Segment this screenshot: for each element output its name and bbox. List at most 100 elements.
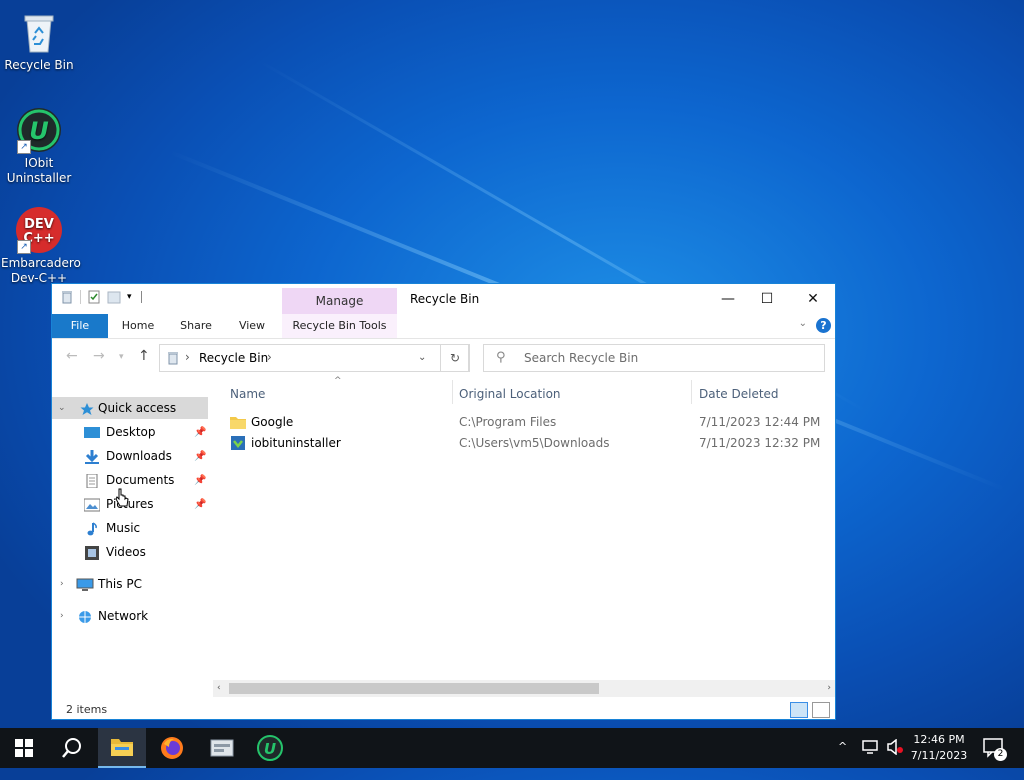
column-header-date-deleted[interactable]: Date Deleted <box>699 384 779 404</box>
desktop-icon-dev-cpp[interactable]: DEV C++ ↗ Embarcadero Dev-C++ <box>1 206 81 286</box>
downloads-icon <box>84 449 100 464</box>
pin-icon[interactable]: 📌 <box>194 499 206 510</box>
refresh-button[interactable]: ↻ <box>440 344 470 372</box>
nav-item-desktop[interactable]: Desktop <box>84 421 208 443</box>
scroll-right-arrow-icon[interactable]: › <box>827 680 831 697</box>
desktop-icon-recycle-bin[interactable]: Recycle Bin <box>1 8 77 73</box>
shortcut-arrow-icon: ↗ <box>17 240 31 254</box>
large-icons-view-button[interactable] <box>812 702 830 718</box>
clock-time: 12:46 PM <box>913 733 965 746</box>
nav-label: Desktop <box>106 425 156 439</box>
nav-label: Documents <box>106 473 175 487</box>
pin-icon[interactable]: 📌 <box>194 451 206 462</box>
tab-view[interactable]: View <box>230 314 274 338</box>
nav-quick-access[interactable]: ⌄ Quick access <box>52 397 208 419</box>
back-arrow-icon[interactable]: ← <box>66 348 78 364</box>
nav-label: Pictures <box>106 497 154 511</box>
address-dropdown-chevron-icon[interactable]: ⌄ <box>418 352 426 363</box>
column-divider[interactable] <box>452 380 453 404</box>
nav-item-documents[interactable]: Documents <box>84 469 208 491</box>
clock-date: 7/11/2023 <box>910 749 968 762</box>
folder-icon <box>230 415 246 435</box>
title-bar[interactable]: ▾ Manage Recycle Bin — ☐ ✕ <box>52 284 835 314</box>
recycle-bin-small-icon <box>60 290 74 304</box>
date-deleted: 7/11/2023 12:32 PM <box>699 436 821 450</box>
notification-badge: 2 <box>994 748 1007 761</box>
taskbar-firefox[interactable] <box>148 728 196 768</box>
column-divider[interactable] <box>691 380 692 404</box>
mouse-cursor-icon <box>115 488 129 508</box>
manage-tab[interactable]: Manage <box>282 288 397 314</box>
expand-ribbon-chevron-icon[interactable]: ⌄ <box>799 318 807 329</box>
file-row[interactable]: Google C:\Program Files 7/11/2023 12:44 … <box>230 412 830 432</box>
collapse-chevron-icon[interactable]: ⌄ <box>58 397 66 419</box>
nav-this-pc[interactable]: › This PC <box>52 573 208 595</box>
nav-network[interactable]: › Network <box>52 605 208 627</box>
desktop-icon-label: IObit Uninstaller <box>6 156 72 185</box>
volume-muted-icon[interactable] <box>886 738 904 779</box>
breadcrumb-recycle-bin[interactable]: Recycle Bin <box>199 351 268 365</box>
network-tray-icon[interactable] <box>862 739 880 779</box>
documents-icon <box>84 473 100 488</box>
details-view-button[interactable] <box>790 702 808 718</box>
desktop-icon-iobit-uninstaller[interactable]: U ↗ IObit Uninstaller <box>1 106 77 186</box>
network-icon <box>76 605 94 627</box>
expand-chevron-icon[interactable]: › <box>60 573 64 595</box>
tab-share[interactable]: Share <box>172 314 220 338</box>
customize-toolbar-chevron-icon[interactable]: ▾ <box>127 290 135 304</box>
nav-item-music[interactable]: Music <box>84 517 208 539</box>
address-bar[interactable]: › Recycle Bin › ⌄ <box>159 344 469 372</box>
tab-file[interactable]: File <box>52 314 108 338</box>
quick-access-star-icon <box>80 397 94 419</box>
taskbar-iobit[interactable]: U <box>246 728 294 768</box>
search-icon <box>62 738 81 758</box>
breadcrumb-separator-icon[interactable]: › <box>267 350 272 364</box>
close-button[interactable]: ✕ <box>790 284 836 314</box>
window-title: Recycle Bin <box>410 292 480 306</box>
action-center-button[interactable]: 2 <box>983 737 1007 777</box>
file-explorer-icon <box>111 739 133 756</box>
taskbar-file-explorer[interactable] <box>98 728 146 768</box>
start-icon <box>15 739 33 757</box>
videos-icon <box>84 545 100 560</box>
show-hidden-icons-chevron-icon[interactable]: ^ <box>838 740 847 780</box>
column-header-name[interactable]: Name <box>230 384 265 404</box>
up-arrow-icon[interactable]: ↑ <box>138 348 150 364</box>
horizontal-scrollbar[interactable]: ‹ › <box>213 680 835 697</box>
file-row[interactable]: iobituninstaller C:\Users\vm5\Downloads … <box>230 433 830 453</box>
scrollbar-thumb[interactable] <box>229 683 599 694</box>
taskbar: U ^ 12:46 PM 7/11/2023 2 <box>0 728 1024 768</box>
column-header-original-location[interactable]: Original Location <box>459 384 561 404</box>
divider <box>80 290 81 304</box>
status-bar: 2 items <box>52 699 835 721</box>
desktop-icon-label: Embarcadero Dev-C++ <box>1 256 81 285</box>
pictures-icon <box>83 497 101 511</box>
search-button[interactable] <box>48 728 96 768</box>
search-input[interactable]: ⚲ Search Recycle Bin <box>483 344 825 372</box>
expand-chevron-icon[interactable]: › <box>60 605 64 627</box>
forward-arrow-icon[interactable]: → <box>93 348 105 364</box>
divider <box>141 291 142 303</box>
new-folder-icon[interactable] <box>107 290 121 304</box>
svg-text:U: U <box>264 740 276 758</box>
maximize-button[interactable]: ☐ <box>744 284 790 314</box>
tab-recycle-bin-tools[interactable]: Recycle Bin Tools <box>282 314 397 338</box>
nav-label: Music <box>106 521 141 535</box>
file-name: Google <box>251 415 294 429</box>
tab-home[interactable]: Home <box>114 314 162 338</box>
properties-icon[interactable] <box>87 290 101 304</box>
system-clock[interactable]: 12:46 PM 7/11/2023 <box>908 732 970 764</box>
nav-item-pictures[interactable]: Pictures <box>83 493 208 515</box>
help-icon[interactable]: ? <box>816 318 831 333</box>
original-location: C:\Program Files <box>459 415 557 429</box>
start-button[interactable] <box>0 728 48 768</box>
recent-locations-chevron-icon[interactable]: ▾ <box>119 352 124 362</box>
scroll-left-arrow-icon[interactable]: ‹ <box>217 680 221 697</box>
nav-item-videos[interactable]: Videos <box>84 541 208 563</box>
taskbar-recycle-tool[interactable] <box>198 728 246 768</box>
pin-icon[interactable]: 📌 <box>194 427 206 438</box>
pin-icon[interactable]: 📌 <box>194 475 206 486</box>
nav-item-downloads[interactable]: Downloads <box>84 445 208 467</box>
breadcrumb-separator-icon: › <box>185 350 190 364</box>
dev-cpp-icon: DEV C++ ↗ <box>15 206 63 254</box>
